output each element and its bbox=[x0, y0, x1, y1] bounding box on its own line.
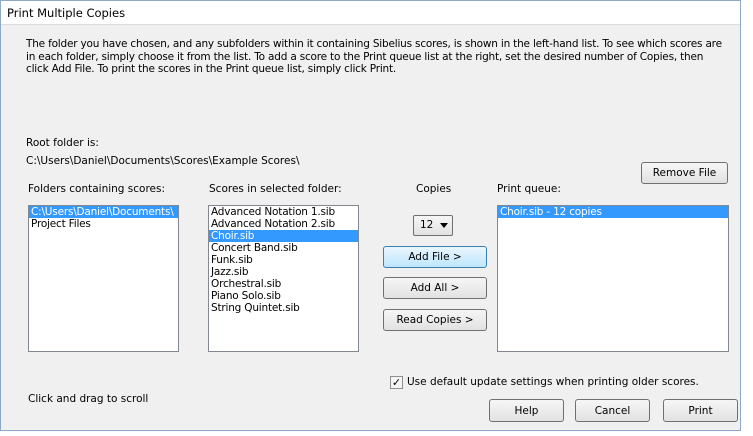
cancel-button[interactable]: Cancel bbox=[575, 399, 650, 422]
copies-dropdown[interactable]: 12 bbox=[413, 215, 453, 236]
score-item[interactable]: Choir.sib bbox=[209, 230, 358, 242]
scores-label: Scores in selected folder: bbox=[209, 183, 342, 195]
chevron-down-icon bbox=[440, 223, 448, 228]
print-button[interactable]: Print bbox=[663, 399, 738, 422]
folders-listbox[interactable]: C:\Users\Daniel\Documents\ Project Files bbox=[28, 205, 179, 352]
score-item[interactable]: Jazz.sib bbox=[209, 266, 358, 278]
folder-item[interactable]: C:\Users\Daniel\Documents\ bbox=[29, 206, 178, 218]
score-item[interactable]: Orchestral.sib bbox=[209, 278, 358, 290]
copies-value: 12 bbox=[420, 219, 434, 231]
dialog-content: The folder you have chosen, and any subf… bbox=[1, 25, 740, 430]
score-item[interactable]: Piano Solo.sib bbox=[209, 290, 358, 302]
intro-text: The folder you have chosen, and any subf… bbox=[26, 38, 722, 75]
score-item[interactable]: String Quintet.sib bbox=[209, 302, 358, 314]
print-queue-listbox[interactable]: Choir.sib - 12 copies bbox=[497, 205, 729, 352]
default-update-settings-checkbox[interactable]: ✓ bbox=[390, 376, 403, 389]
score-item[interactable]: Advanced Notation 2.sib bbox=[209, 218, 358, 230]
default-update-settings-label: Use default update settings when printin… bbox=[407, 376, 699, 388]
status-text: Click and drag to scroll bbox=[28, 393, 149, 405]
add-all-button[interactable]: Add All > bbox=[383, 277, 487, 299]
copies-label: Copies bbox=[416, 183, 452, 195]
print-multiple-copies-dialog: Print Multiple Copies The folder you hav… bbox=[0, 0, 741, 431]
scores-listbox[interactable]: Advanced Notation 1.sib Advanced Notatio… bbox=[208, 205, 359, 352]
root-folder-path: C:\Users\Daniel\Documents\Scores\Example… bbox=[26, 155, 300, 167]
score-item[interactable]: Funk.sib bbox=[209, 254, 358, 266]
print-queue-label: Print queue: bbox=[497, 183, 561, 195]
score-item[interactable]: Concert Band.sib bbox=[209, 242, 358, 254]
root-folder-label: Root folder is: bbox=[26, 137, 99, 149]
queue-item[interactable]: Choir.sib - 12 copies bbox=[498, 206, 728, 218]
title-bar: Print Multiple Copies bbox=[1, 1, 740, 25]
window-title: Print Multiple Copies bbox=[7, 6, 126, 20]
help-button[interactable]: Help bbox=[489, 399, 564, 422]
folders-label: Folders containing scores: bbox=[28, 183, 166, 195]
add-file-button[interactable]: Add File > bbox=[383, 246, 487, 268]
remove-file-button[interactable]: Remove File bbox=[641, 162, 728, 184]
read-copies-button[interactable]: Read Copies > bbox=[383, 309, 487, 331]
checkmark-icon: ✓ bbox=[391, 376, 402, 389]
folder-item[interactable]: Project Files bbox=[29, 218, 178, 230]
score-item[interactable]: Advanced Notation 1.sib bbox=[209, 206, 358, 218]
